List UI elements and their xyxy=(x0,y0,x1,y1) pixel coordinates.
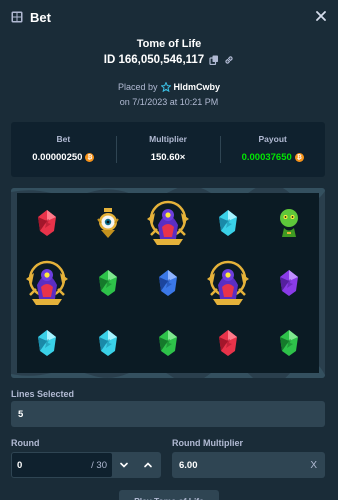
username-link[interactable]: HldmCwby xyxy=(174,82,221,92)
placed-by-row: Placed by HldmCwby xyxy=(0,82,338,92)
cyan-gem-icon xyxy=(217,209,239,237)
stat-multiplier-label: Multiplier xyxy=(149,134,187,144)
bitcoin-icon: ₿ xyxy=(85,153,95,162)
vip-star-icon xyxy=(160,82,171,92)
link-icon[interactable] xyxy=(224,55,234,65)
stat-bet-value-row: 0.00000250 ₿ xyxy=(32,152,95,163)
close-icon[interactable] xyxy=(314,9,328,23)
pharaoh-bird-icon xyxy=(203,259,253,307)
reel-cell-red-gem xyxy=(17,193,77,253)
pharaoh-bird-icon xyxy=(22,259,72,307)
stat-payout: Payout 0.00037650 ₿ xyxy=(220,122,325,177)
lines-selected-field[interactable]: 5 xyxy=(11,401,325,427)
round-label: Round xyxy=(11,438,40,448)
round-multiplier-label: Round Multiplier xyxy=(172,438,243,448)
green-gem-icon xyxy=(97,269,119,297)
reel-cell-green-gem xyxy=(77,253,137,313)
stat-payout-value-row: 0.00037650 ₿ xyxy=(242,152,304,163)
reel-cell-red-gem xyxy=(198,313,258,373)
reel-cell-pharaoh-bird xyxy=(198,253,258,313)
reel-cell-green-gem xyxy=(259,313,319,373)
bitcoin-icon: ₿ xyxy=(294,153,304,162)
reel-grid xyxy=(17,193,319,373)
modal-title: Bet xyxy=(30,9,51,25)
red-gem-icon xyxy=(217,329,239,357)
play-game-button[interactable]: Play Tome of Life xyxy=(119,490,219,500)
lines-label: Lines Selected xyxy=(11,389,75,399)
stat-bet-value: 0.00000250 xyxy=(32,152,83,163)
cyan-gem-icon xyxy=(36,329,58,357)
stat-payout-value: 0.00037650 xyxy=(241,152,292,163)
game-name[interactable]: Tome of Life xyxy=(0,38,338,50)
stat-multiplier: Multiplier 150.60× xyxy=(115,122,221,177)
round-multiplier-value: 6.00 xyxy=(179,459,198,471)
bet-stats-panel: Bet 0.00000250 ₿ Multiplier 150.60× Payo… xyxy=(11,122,325,177)
reel-cell-green-cobra xyxy=(259,193,319,253)
stat-bet: Bet 0.00000250 ₿ xyxy=(11,122,116,177)
round-decrement-button[interactable] xyxy=(112,453,136,477)
reel-cell-cyan-gem xyxy=(77,313,137,373)
cyan-gem-icon xyxy=(97,329,119,357)
round-total: / 30 xyxy=(91,459,107,471)
stat-payout-label: Payout xyxy=(258,134,287,144)
green-gem-icon xyxy=(278,329,300,357)
blue-gem-icon xyxy=(157,269,179,297)
pharaoh-bird-icon xyxy=(143,199,193,247)
modal-header: Bet xyxy=(0,0,338,34)
lines-value: 5 xyxy=(18,408,24,420)
placed-by-label: Placed by xyxy=(117,82,158,92)
stat-bet-label: Bet xyxy=(56,134,71,144)
red-gem-icon xyxy=(36,209,58,237)
copy-icon[interactable] xyxy=(209,55,219,65)
clear-icon[interactable]: X xyxy=(310,460,317,471)
chevron-down-icon xyxy=(120,462,128,468)
chevron-up-icon xyxy=(144,462,152,468)
green-cobra-icon xyxy=(276,207,302,239)
bet-ticket-icon xyxy=(11,11,23,23)
reel-cell-eye-scarab xyxy=(77,193,137,253)
round-increment-button[interactable] xyxy=(136,453,160,477)
reel-cell-green-gem xyxy=(138,313,198,373)
reel-cell-purple-gem xyxy=(259,253,319,313)
reel-cell-cyan-gem xyxy=(17,313,77,373)
round-input[interactable]: 0 / 30 xyxy=(12,453,112,477)
reel-cell-pharaoh-bird xyxy=(17,253,77,313)
bet-date: on 7/1/2023 at 10:21 PM xyxy=(119,97,219,107)
slot-reels xyxy=(11,188,325,378)
green-gem-icon xyxy=(157,329,179,357)
reel-cell-pharaoh-bird xyxy=(138,193,198,253)
round-value: 0 xyxy=(17,459,23,471)
reel-cell-cyan-gem xyxy=(198,193,258,253)
bet-id: ID 166,050,546,117 xyxy=(103,54,205,66)
purple-gem-icon xyxy=(278,269,300,297)
round-multiplier-field[interactable]: 6.00 X xyxy=(172,452,325,478)
round-control: 0 / 30 xyxy=(11,452,161,478)
bet-id-row: ID 166,050,546,117 xyxy=(0,54,338,66)
stat-multiplier-value: 150.60× xyxy=(150,152,186,163)
eye-scarab-icon xyxy=(95,207,121,239)
reel-cell-blue-gem xyxy=(138,253,198,313)
